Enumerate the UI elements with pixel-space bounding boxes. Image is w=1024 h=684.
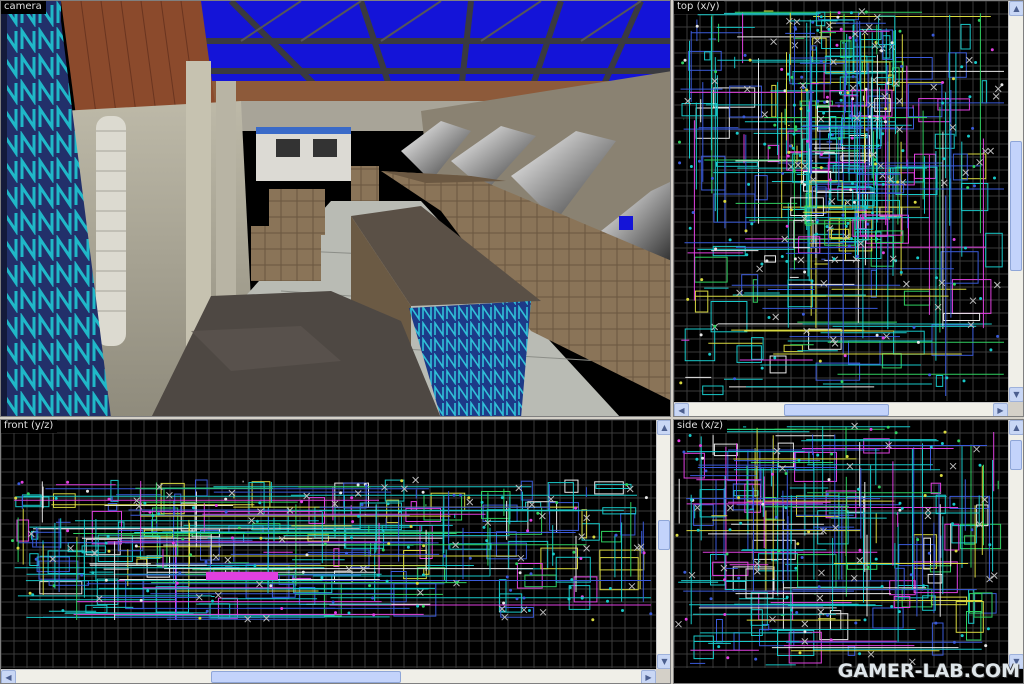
top-wireframe (674, 1, 1009, 401)
front-hscroll-thumb[interactable] (211, 671, 401, 683)
front-wireframe (1, 420, 656, 668)
camera-3d-scene (1, 1, 670, 416)
arrow-left-icon[interactable]: ◀ (674, 403, 689, 416)
top-scroll-corner (1008, 402, 1023, 416)
side-vscroll-thumb[interactable] (1010, 440, 1022, 470)
camera-viewport-label: camera (1, 1, 46, 14)
top-vscroll-thumb[interactable] (1010, 141, 1022, 271)
camera-viewport[interactable]: camera (0, 0, 671, 417)
arrow-up-icon[interactable]: ▲ (657, 420, 670, 435)
side-vertical-scrollbar[interactable]: ▲ ▼ (1008, 420, 1023, 669)
front-vscroll-thumb[interactable] (658, 520, 670, 550)
top-horizontal-scrollbar[interactable]: ◀ ▶ (674, 402, 1008, 416)
arrow-down-icon[interactable]: ▼ (1009, 387, 1023, 402)
arrow-left-icon[interactable]: ◀ (1, 670, 16, 683)
side-viewport[interactable]: side (x/z) ▲ ▼ (673, 419, 1024, 684)
side-viewport-label: side (x/z) (674, 420, 728, 433)
arrow-right-icon[interactable]: ▶ (641, 670, 656, 683)
front-vertical-scrollbar[interactable]: ▲ ▼ (656, 420, 670, 669)
top-viewport-label: top (x/y) (674, 1, 724, 14)
top-viewport[interactable]: top (x/y) ▲ ▼ ◀ ▶ (673, 0, 1024, 417)
arrow-down-icon[interactable]: ▼ (657, 654, 670, 669)
top-vertical-scrollbar[interactable]: ▲ ▼ (1008, 1, 1023, 402)
front-scroll-corner (656, 669, 670, 683)
watermark: GAMER-LAB.COM (837, 660, 1020, 682)
side-wireframe (674, 420, 1009, 668)
arrow-up-icon[interactable]: ▲ (1009, 420, 1023, 435)
arrow-up-icon[interactable]: ▲ (1009, 1, 1023, 16)
front-horizontal-scrollbar[interactable]: ◀ ▶ (1, 669, 656, 683)
arrow-right-icon[interactable]: ▶ (993, 403, 1008, 416)
front-viewport-label: front (y/z) (1, 420, 58, 433)
front-viewport[interactable]: front (y/z) ▲ ▼ ◀ ▶ (0, 419, 671, 684)
top-hscroll-thumb[interactable] (784, 404, 889, 416)
